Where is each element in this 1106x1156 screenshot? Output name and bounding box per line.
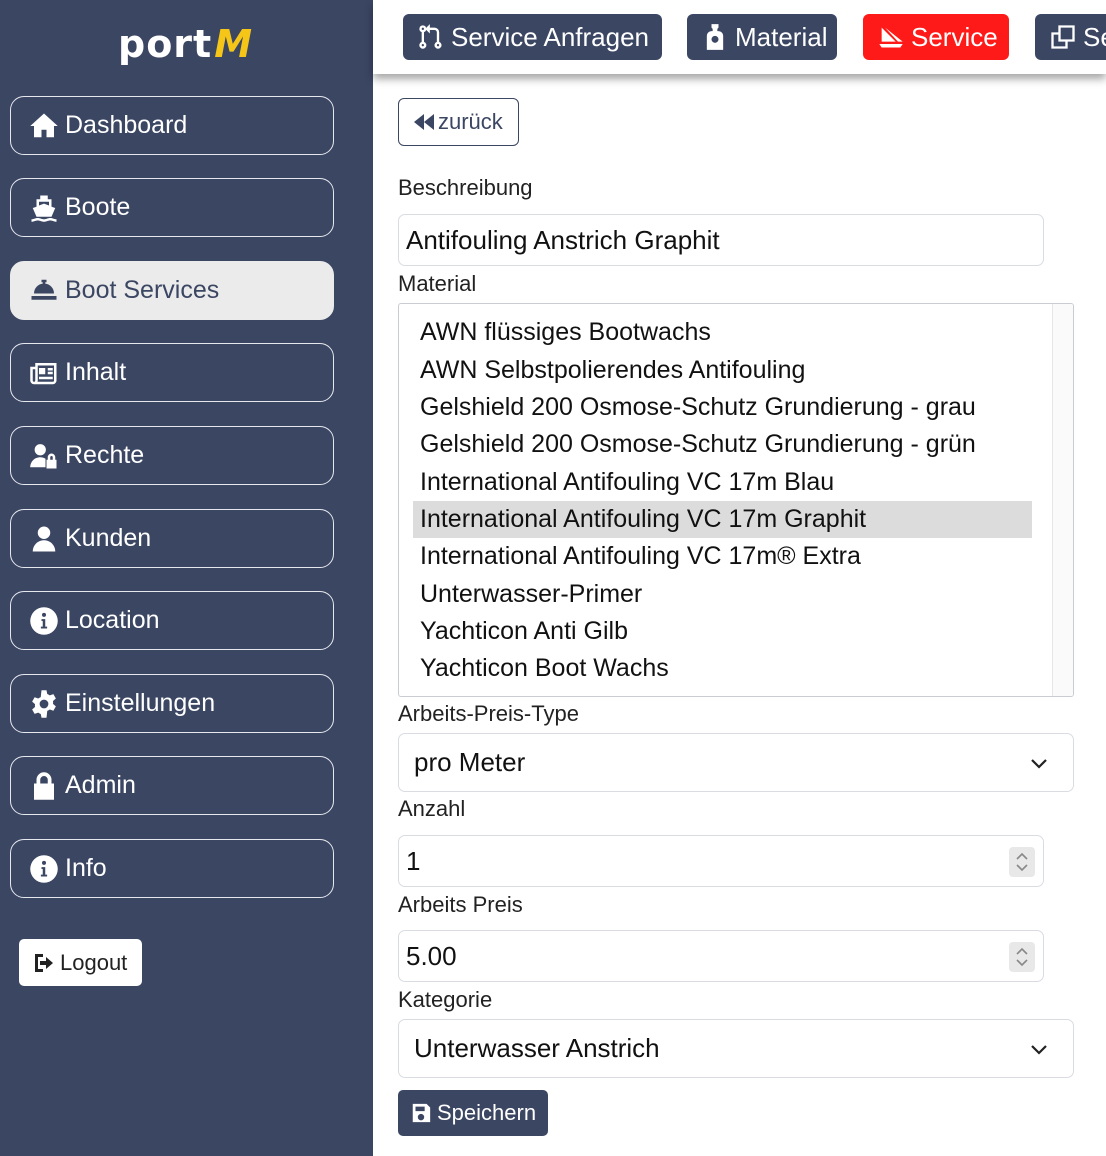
material-option-selected[interactable]: International Antifouling VC 17m Graphit [413, 501, 1032, 538]
sidebar-item-label: Location [65, 606, 160, 634]
code-pull-request-icon [419, 24, 442, 49]
sidebar-item-label: Boote [65, 193, 131, 221]
bell-concierge-icon [31, 279, 57, 300]
sidebar: portM Dashboard Boote Boot Services Inha… [0, 0, 373, 1156]
sidebar-item-rechte[interactable]: Rechte [10, 426, 334, 485]
arbeits-preis-label: Arbeits Preis [398, 892, 523, 917]
save-label: Speichern [437, 1100, 537, 1125]
service-anfragen-button[interactable]: Service Anfragen [403, 14, 662, 60]
material-listbox[interactable]: AWN flüssiges Bootwachs AWN Selbstpolier… [398, 303, 1074, 697]
anzahl-label: Anzahl [398, 796, 466, 821]
sidebar-item-admin[interactable]: Admin [10, 756, 334, 815]
sidebar-item-label: Einstellungen [65, 689, 216, 717]
material-option[interactable]: Yachticon Anti Gilb [413, 613, 1032, 650]
service-button[interactable]: Service [863, 14, 1009, 60]
back-label: zurück [438, 109, 503, 134]
info-circle-icon [30, 606, 58, 635]
user-lock-icon [30, 443, 57, 468]
sign-out-icon [35, 953, 53, 972]
material-option[interactable]: Unterwasser-Primer [413, 576, 1032, 613]
top-toolbar: Service Anfragen Material Service Se [373, 0, 1106, 74]
preis-type-value: pro Meter [414, 747, 526, 777]
arbeits-preis-input[interactable]: 5.00 [398, 930, 1044, 982]
anzahl-input[interactable]: 1 [398, 835, 1044, 887]
logout-label: Logout [60, 949, 128, 975]
material-option[interactable]: Yachticon Boot Wachs [413, 650, 1032, 687]
sidebar-item-label: Dashboard [65, 111, 188, 139]
kategorie-select[interactable]: Unterwasser Anstrich [398, 1019, 1074, 1078]
app-logo[interactable]: portM [118, 22, 253, 66]
logout-button[interactable]: Logout [19, 939, 142, 986]
back-button[interactable]: zurück [398, 98, 519, 146]
chevron-down-icon [1031, 1045, 1047, 1055]
anzahl-value: 1 [406, 845, 421, 876]
sidebar-item-label: Rechte [65, 441, 145, 469]
sidebar-item-label: Boot Services [65, 276, 220, 304]
sidebar-item-boot-services[interactable]: Boot Services [10, 261, 334, 320]
sidebar-item-label: Info [65, 854, 107, 882]
sidebar-item-kunden[interactable]: Kunden [10, 509, 334, 568]
sidebar-item-dashboard[interactable]: Dashboard [10, 96, 334, 155]
sidebar-item-einstellungen[interactable]: Einstellungen [10, 674, 334, 733]
sidebar-item-label: Admin [65, 771, 136, 799]
arbeits-preis-stepper[interactable] [1009, 942, 1035, 972]
clone-icon [1051, 25, 1075, 49]
material-option[interactable]: AWN Selbstpolierendes Antifouling [413, 352, 1032, 389]
backward-icon [414, 114, 434, 130]
sidebar-item-boote[interactable]: Boote [10, 178, 334, 237]
beschreibung-input[interactable]: Antifouling Anstrich Graphit [398, 214, 1044, 266]
gear-icon [32, 689, 56, 718]
chevron-down-icon [1031, 759, 1047, 769]
sidebar-item-label: Inhalt [65, 358, 127, 386]
listbox-scrollbar[interactable] [1052, 304, 1073, 696]
stepper-arrows-icon [1016, 852, 1028, 872]
material-label: Material [735, 21, 828, 52]
material-option[interactable]: International Antifouling VC 17m® Extra [413, 538, 1032, 575]
kategorie-label: Kategorie [398, 987, 493, 1012]
beschreibung-label: Beschreibung [398, 175, 533, 200]
stepper-arrows-icon [1016, 947, 1028, 967]
material-option[interactable]: International Antifouling VC 17m Blau [413, 464, 1032, 501]
kategorie-value: Unterwasser Anstrich [414, 1033, 660, 1063]
arbeits-preis-value: 5.00 [406, 940, 457, 971]
material-button[interactable]: Material [687, 14, 837, 60]
floppy-disk-icon [412, 1103, 431, 1123]
sidebar-item-location[interactable]: Location [10, 591, 334, 650]
material-option[interactable]: AWN flüssiges Bootwachs [413, 314, 1032, 351]
service-label: Service [911, 21, 998, 52]
anzahl-stepper[interactable] [1009, 847, 1035, 877]
se-button[interactable]: Se [1035, 14, 1106, 60]
material-option[interactable]: Gelshield 200 Osmose-Schutz Grundierung … [413, 426, 1032, 463]
material-option[interactable]: Gelshield 200 Osmose-Schutz Grundierung … [413, 389, 1032, 426]
sidebar-item-label: Kunden [65, 524, 152, 552]
material-label: Material [398, 271, 477, 296]
lock-icon [34, 771, 54, 800]
user-icon [32, 526, 56, 551]
save-button[interactable]: Speichern [398, 1090, 548, 1136]
spray-bottle-icon [706, 24, 724, 50]
newspaper-icon [30, 362, 57, 384]
sail-icon [879, 27, 903, 48]
ship-icon [31, 195, 57, 222]
sidebar-item-info[interactable]: Info [10, 839, 334, 898]
service-anfragen-label: Service Anfragen [451, 21, 650, 52]
service-form: zurück Beschreibung Antifouling Anstrich… [373, 74, 1106, 1156]
sidebar-item-inhalt[interactable]: Inhalt [10, 343, 334, 402]
beschreibung-value: Antifouling Anstrich Graphit [406, 224, 720, 255]
preis-type-label: Arbeits-Preis-Type [398, 701, 579, 726]
info-circle-icon [30, 854, 58, 883]
home-icon [30, 113, 58, 137]
preis-type-select[interactable]: pro Meter [398, 733, 1074, 792]
se-label: Se [1083, 21, 1106, 52]
